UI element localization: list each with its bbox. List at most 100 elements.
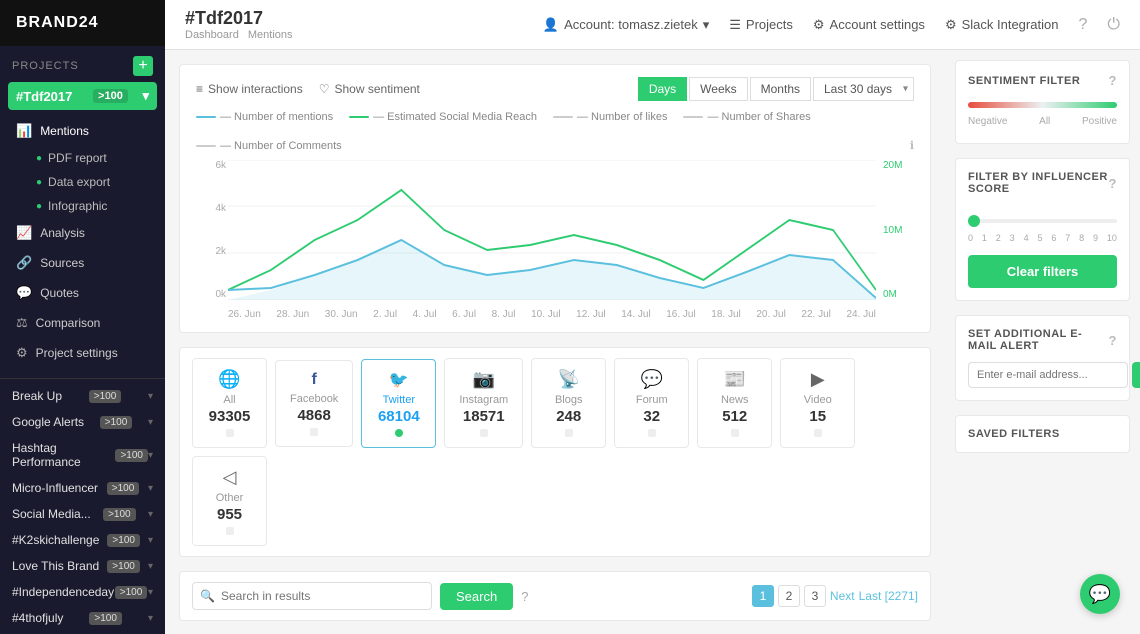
source-name-blogs: Blogs [546, 394, 591, 406]
legend-line-blue [196, 116, 216, 118]
source-name-forum: Forum [629, 394, 674, 406]
breadcrumb-dashboard[interactable]: Dashboard [185, 29, 239, 41]
sidebar-item-comparison[interactable]: ⚖ Comparison [0, 308, 165, 338]
search-button[interactable]: Search [440, 583, 513, 610]
source-news[interactable]: 📰 News 512 [697, 358, 772, 448]
topbar-right: 👤 Account: tomasz.zietek ▾ ☰ Projects ⚙ … [543, 16, 1120, 34]
slack-integration-link[interactable]: ⚙ Slack Integration [945, 17, 1059, 33]
account-settings-link[interactable]: ⚙ Account settings [813, 17, 925, 33]
influencer-track [968, 219, 1117, 223]
project-name: #4thofjuly [12, 611, 63, 625]
next-label[interactable]: Next [830, 589, 855, 603]
clear-filters-button[interactable]: Clear filters [968, 255, 1117, 288]
days-button[interactable]: Days [638, 77, 687, 101]
list-item[interactable]: #K2skichallenge >100 ▾ [0, 527, 165, 553]
list-item[interactable]: #4thofjuly >100 ▾ [0, 605, 165, 631]
source-count-forum: 32 [629, 408, 674, 425]
months-button[interactable]: Months [750, 77, 811, 101]
projects-header: PROJECTS + [0, 46, 165, 82]
breadcrumb-mentions[interactable]: Mentions [248, 29, 293, 41]
sentiment-filter-label: SENTIMENT FILTER [968, 75, 1080, 87]
legend-likes: — Number of likes [553, 111, 667, 123]
sidebar-item-pdf-report[interactable]: ● PDF report [0, 146, 165, 170]
search-input[interactable] [192, 582, 432, 610]
source-forum[interactable]: 💬 Forum 32 [614, 358, 689, 448]
page-2[interactable]: 2 [778, 585, 800, 607]
list-item[interactable]: Google Alerts >100 ▾ [0, 409, 165, 435]
chevron-icon: ▾ [148, 483, 153, 494]
source-other[interactable]: ◁ Other 955 [192, 456, 267, 546]
list-item[interactable]: Social Media... >100 ▾ [0, 501, 165, 527]
sentiment-slider[interactable]: Negative All Positive [968, 98, 1117, 131]
help-icon[interactable]: ? [1078, 16, 1087, 34]
list-item[interactable]: #Independenceday >100 ▾ [0, 579, 165, 605]
account-menu[interactable]: 👤 Account: tomasz.zietek ▾ [543, 17, 709, 33]
sidebar-item-data-export[interactable]: ● Data export [0, 170, 165, 194]
chart-xaxis: 26. Jun 28. Jun 30. Jun 2. Jul 4. Jul 6.… [228, 309, 876, 320]
sidebar-item-quotes[interactable]: 💬 Quotes [0, 278, 165, 308]
chevron-icon: ▾ [148, 613, 153, 624]
chat-bubble[interactable]: 💬 [1080, 574, 1120, 614]
project-badge: >100 [103, 508, 136, 521]
sidebar-item-infographic[interactable]: ● Infographic [0, 194, 165, 218]
sidebar-item-project-settings[interactable]: ⚙ Project settings [0, 338, 165, 368]
x-label: 26. Jun [228, 309, 261, 320]
source-twitter[interactable]: 🐦 Twitter 68104 [361, 359, 436, 448]
projects-menu[interactable]: ☰ Projects [729, 17, 793, 33]
list-item[interactable]: Hashtag Performance >100 ▾ [0, 435, 165, 475]
add-project-button[interactable]: + [133, 56, 153, 76]
x-label: 14. Jul [621, 309, 650, 320]
legend-reach-label: — Estimated Social Media Reach [373, 111, 537, 123]
list-item[interactable]: Break Up >100 ▾ [0, 383, 165, 409]
page-3[interactable]: 3 [804, 585, 826, 607]
project-name: #K2skichallenge [12, 533, 99, 547]
dot-icon: ● [36, 177, 42, 188]
quotes-icon: 💬 [16, 285, 32, 301]
source-video[interactable]: ▶ Video 15 [780, 358, 855, 448]
email-send-button[interactable]: → [1132, 362, 1140, 388]
user-icon: 👤 [543, 17, 559, 33]
x-label: 10. Jul [531, 309, 560, 320]
score-4: 4 [1024, 233, 1029, 243]
show-sentiment-button[interactable]: ♡ Show sentiment [319, 82, 420, 96]
influencer-help-icon[interactable]: ? [1109, 176, 1117, 191]
list-item[interactable]: Micro-Influencer >100 ▾ [0, 475, 165, 501]
date-range-select[interactable]: Last 30 days [813, 77, 914, 101]
sidebar-item-mentions[interactable]: 📊 Mentions [0, 116, 165, 146]
info-icon[interactable]: ℹ [910, 139, 914, 152]
email-input[interactable] [968, 362, 1128, 388]
y-label-2k: 2k [196, 246, 226, 257]
weeks-button[interactable]: Weeks [689, 77, 747, 101]
influencer-thumb[interactable] [968, 215, 980, 227]
show-interactions-button[interactable]: ≡ Show interactions [196, 82, 303, 96]
sidebar-item-sources[interactable]: 🔗 Sources [0, 248, 165, 278]
score-5: 5 [1037, 233, 1042, 243]
active-project[interactable]: #Tdf2017 >100 ▾ [8, 82, 157, 110]
source-facebook[interactable]: f Facebook 4868 [275, 360, 353, 447]
list-icon: ☰ [729, 17, 741, 33]
saved-filters-title: SAVED FILTERS [968, 428, 1117, 440]
sidebar-menu: 📊 Mentions ● PDF report ● Data export ● … [0, 110, 165, 374]
project-badge: >100 [107, 560, 140, 573]
topbar: #Tdf2017 Dashboard Mentions 👤 Account: t… [165, 0, 1140, 50]
page-1[interactable]: 1 [752, 585, 774, 607]
source-instagram[interactable]: 📷 Instagram 18571 [444, 358, 523, 448]
sidebar-sub-label: Infographic [48, 199, 107, 213]
sidebar-item-analysis[interactable]: 📈 Analysis [0, 218, 165, 248]
project-name: Hashtag Performance [12, 441, 115, 469]
source-blogs[interactable]: 📡 Blogs 248 [531, 358, 606, 448]
last-label[interactable]: Last [2271] [859, 589, 918, 603]
power-icon[interactable]: ⏻ [1107, 16, 1120, 34]
dot-icon: ● [36, 153, 42, 164]
email-help-icon[interactable]: ? [1109, 333, 1117, 348]
list-item[interactable]: Love This Brand >100 ▾ [0, 553, 165, 579]
influencer-slider[interactable]: 0 1 2 3 4 5 6 7 8 9 10 [968, 205, 1117, 247]
search-pagination: 1 2 3 Next Last [2271] [752, 585, 918, 607]
source-all[interactable]: 🌐 All 93305 [192, 358, 267, 448]
search-help-icon[interactable]: ? [521, 589, 528, 604]
score-10: 10 [1107, 233, 1117, 243]
chart-yaxis-left: 6k 4k 2k 0k [196, 160, 226, 300]
legend-likes-label: — Number of likes [577, 111, 667, 123]
sentiment-help-icon[interactable]: ? [1109, 73, 1117, 88]
project-name: Break Up [12, 389, 62, 403]
